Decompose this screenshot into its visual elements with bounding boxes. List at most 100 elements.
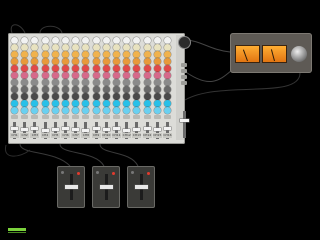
rotary-knob-icon[interactable] xyxy=(123,65,131,72)
rotary-knob-icon[interactable] xyxy=(133,100,141,107)
rotary-knob-icon[interactable] xyxy=(21,37,29,44)
mute-button[interactable] xyxy=(102,115,110,119)
rotary-knob-icon[interactable] xyxy=(113,93,120,100)
mute-button[interactable] xyxy=(21,115,29,119)
rotary-knob-icon[interactable] xyxy=(143,86,151,93)
rotary-knob-icon[interactable] xyxy=(31,58,39,65)
rotary-knob-icon[interactable] xyxy=(123,37,131,44)
channel-fader[interactable] xyxy=(164,127,171,130)
rotary-knob-icon[interactable] xyxy=(72,86,80,93)
rotary-knob-icon[interactable] xyxy=(153,44,161,51)
rotary-knob-icon[interactable] xyxy=(41,93,49,100)
channel-fader[interactable] xyxy=(62,127,69,130)
mute-button[interactable] xyxy=(11,115,18,119)
rotary-knob-icon[interactable] xyxy=(31,65,39,72)
rotary-knob-icon[interactable] xyxy=(102,79,110,86)
rotary-knob-icon[interactable] xyxy=(92,86,100,93)
rotary-knob-icon[interactable] xyxy=(123,79,131,86)
rotary-knob-icon[interactable] xyxy=(113,107,120,114)
rotary-knob-icon[interactable] xyxy=(113,65,120,72)
rotary-knob-icon[interactable] xyxy=(143,93,151,100)
rotary-knob-icon[interactable] xyxy=(21,100,29,107)
rotary-knob-icon[interactable] xyxy=(143,37,151,44)
rotary-knob-icon[interactable] xyxy=(51,107,59,114)
rotary-knob-icon[interactable] xyxy=(153,58,161,65)
rotary-knob-icon[interactable] xyxy=(164,58,171,65)
rotary-knob-icon[interactable] xyxy=(113,37,120,44)
rotary-knob-icon[interactable] xyxy=(21,93,29,100)
rotary-knob-icon[interactable] xyxy=(164,37,171,44)
rotary-knob-icon[interactable] xyxy=(143,107,151,114)
rotary-knob-icon[interactable] xyxy=(164,93,171,100)
module-fader[interactable] xyxy=(135,185,148,189)
rotary-knob-icon[interactable] xyxy=(102,51,110,58)
rotary-knob-icon[interactable] xyxy=(21,44,29,51)
rotary-knob-icon[interactable] xyxy=(41,44,49,51)
rotary-knob-icon[interactable] xyxy=(51,58,59,65)
rotary-knob-icon[interactable] xyxy=(21,107,29,114)
rotary-knob-icon[interactable] xyxy=(31,93,39,100)
rotary-knob-icon[interactable] xyxy=(123,58,131,65)
channel-fader[interactable] xyxy=(72,128,80,131)
rotary-knob-icon[interactable] xyxy=(82,37,90,44)
channel-fader[interactable] xyxy=(113,127,120,130)
mute-button[interactable] xyxy=(72,115,80,119)
rotary-knob-icon[interactable] xyxy=(164,44,171,51)
rotary-knob-icon[interactable] xyxy=(123,51,131,58)
rotary-knob-icon[interactable] xyxy=(123,93,131,100)
rotary-knob-icon[interactable] xyxy=(164,107,171,114)
rotary-knob-icon[interactable] xyxy=(72,58,80,65)
channel-fader[interactable] xyxy=(102,128,110,131)
rotary-knob-icon[interactable] xyxy=(153,100,161,107)
master-button-4[interactable] xyxy=(181,81,187,85)
rotary-knob-icon[interactable] xyxy=(21,86,29,93)
rotary-knob-icon[interactable] xyxy=(102,37,110,44)
rotary-knob-icon[interactable] xyxy=(31,79,39,86)
rotary-knob-icon[interactable] xyxy=(82,100,90,107)
rotary-knob-icon[interactable] xyxy=(51,100,59,107)
mute-button[interactable] xyxy=(82,115,90,119)
rotary-knob-icon[interactable] xyxy=(143,51,151,58)
rotary-knob-icon[interactable] xyxy=(72,37,80,44)
rotary-knob-icon[interactable] xyxy=(72,93,80,100)
rotary-knob-icon[interactable] xyxy=(41,86,49,93)
rotary-knob-icon[interactable] xyxy=(11,37,18,44)
rotary-knob-icon[interactable] xyxy=(62,79,69,86)
rotary-knob-icon[interactable] xyxy=(72,51,80,58)
rotary-knob-icon[interactable] xyxy=(92,37,100,44)
mute-button[interactable] xyxy=(51,115,59,119)
rotary-knob-icon[interactable] xyxy=(164,86,171,93)
rotary-knob-icon[interactable] xyxy=(21,79,29,86)
rotary-knob-icon[interactable] xyxy=(153,51,161,58)
mute-button[interactable] xyxy=(41,115,49,119)
rotary-knob-icon[interactable] xyxy=(62,107,69,114)
rotary-knob-icon[interactable] xyxy=(143,79,151,86)
channel-fader[interactable] xyxy=(82,129,90,132)
rotary-knob-icon[interactable] xyxy=(41,58,49,65)
rotary-knob-icon[interactable] xyxy=(133,65,141,72)
rotary-knob-icon[interactable] xyxy=(21,65,29,72)
rotary-knob-icon[interactable] xyxy=(51,93,59,100)
master-button-1[interactable] xyxy=(181,63,187,67)
rotary-knob-icon[interactable] xyxy=(123,86,131,93)
rotary-knob-icon[interactable] xyxy=(92,58,100,65)
rotary-knob-icon[interactable] xyxy=(143,65,151,72)
mute-button[interactable] xyxy=(31,115,39,119)
rotary-knob-icon[interactable] xyxy=(143,72,151,79)
rotary-knob-icon[interactable] xyxy=(62,58,69,65)
rotary-knob-icon[interactable] xyxy=(123,107,131,114)
rotary-knob-icon[interactable] xyxy=(72,72,80,79)
rotary-knob-icon[interactable] xyxy=(62,51,69,58)
rotary-knob-icon[interactable] xyxy=(11,58,18,65)
channel-fader[interactable] xyxy=(41,129,49,132)
rotary-knob-icon[interactable] xyxy=(51,86,59,93)
rotary-knob-icon[interactable] xyxy=(31,44,39,51)
rotary-knob-icon[interactable] xyxy=(21,51,29,58)
rotary-knob-icon[interactable] xyxy=(123,44,131,51)
rotary-knob-icon[interactable] xyxy=(82,72,90,79)
rotary-knob-icon[interactable] xyxy=(92,51,100,58)
master-knob-icon[interactable] xyxy=(179,37,190,48)
rotary-knob-icon[interactable] xyxy=(133,44,141,51)
rotary-knob-icon[interactable] xyxy=(62,93,69,100)
rotary-knob-icon[interactable] xyxy=(62,86,69,93)
